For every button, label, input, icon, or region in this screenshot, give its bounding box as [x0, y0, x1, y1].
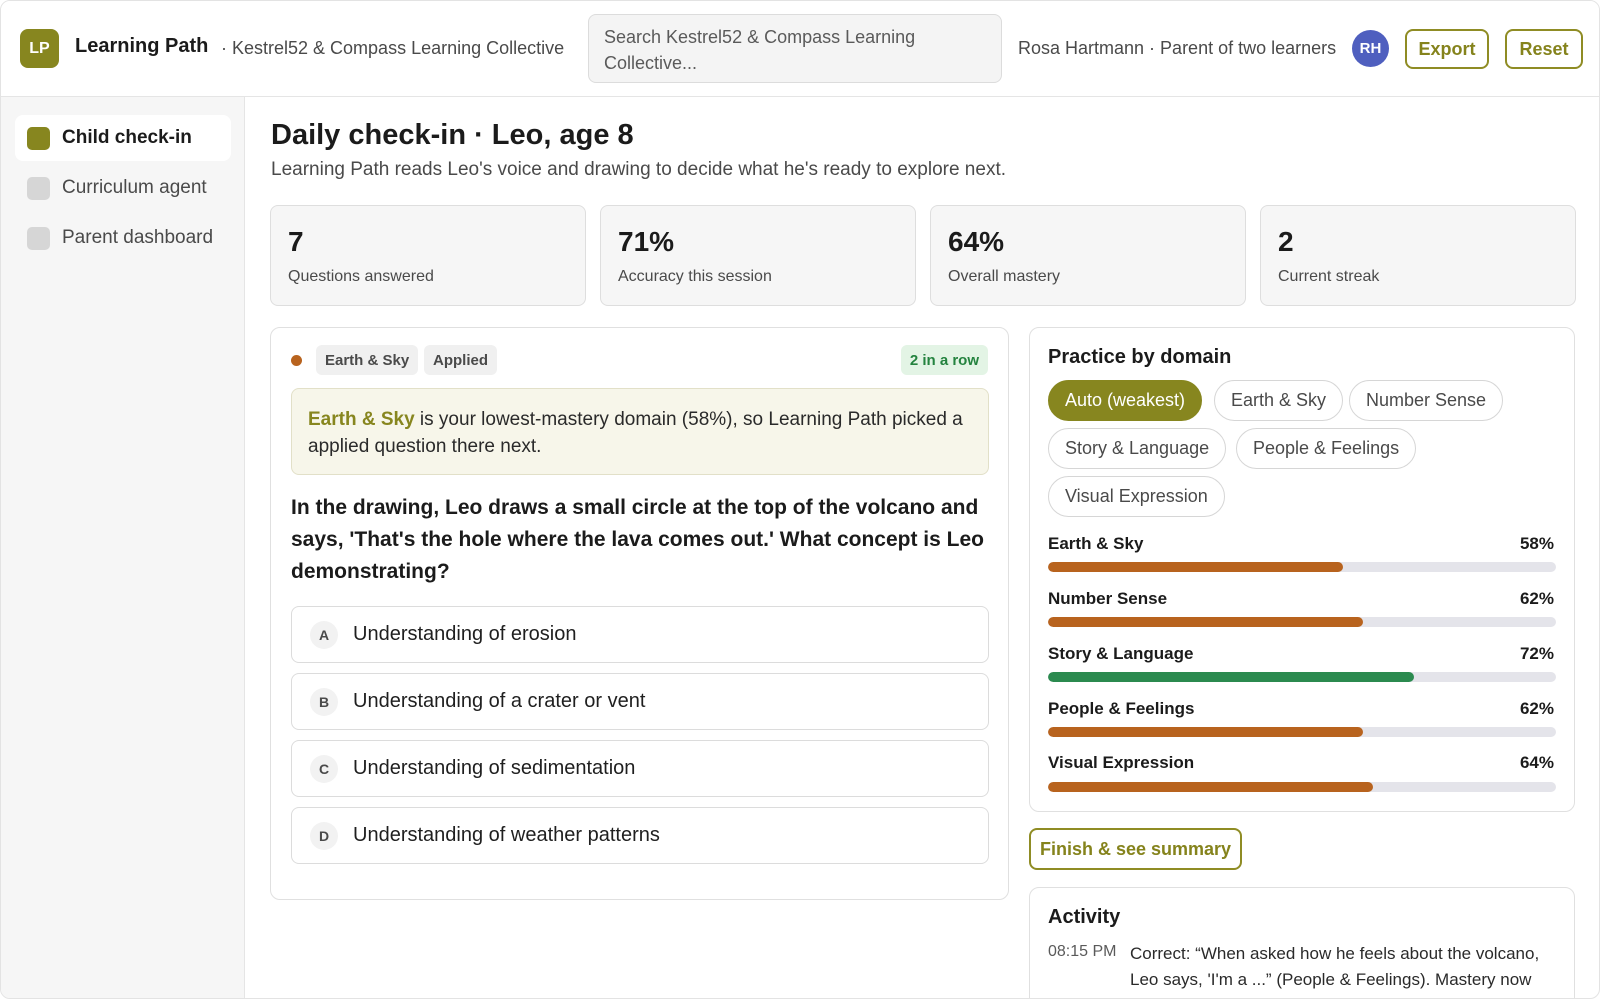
- stat-card-questions: 7 Questions answered: [270, 205, 586, 306]
- bar-label: Story & Language: [1048, 644, 1194, 663]
- bar-percent: 62%: [1519, 699, 1554, 718]
- stat-value: 2: [1278, 226, 1294, 257]
- bar-percent: 58%: [1519, 534, 1554, 553]
- stat-label: Accuracy this session: [618, 268, 772, 285]
- sidebar-item-curriculum-agent[interactable]: Curriculum agent: [15, 165, 231, 211]
- selection-reason: Earth & Sky is your lowest-mastery domai…: [291, 388, 989, 475]
- answer-option-a[interactable]: A Understanding of erosion: [291, 606, 989, 663]
- option-text: Understanding of sedimentation: [353, 757, 636, 779]
- option-letter: A: [310, 620, 338, 649]
- stat-label: Overall mastery: [948, 268, 1061, 285]
- option-text: Understanding of weather patterns: [353, 824, 660, 846]
- answer-option-c[interactable]: C Understanding of sedimentation: [291, 740, 989, 797]
- export-button[interactable]: Export: [1405, 29, 1489, 69]
- bar-percent: 64%: [1519, 753, 1554, 772]
- option-letter: D: [310, 821, 338, 850]
- chip-story-language[interactable]: Story & Language: [1048, 428, 1227, 469]
- finish-summary-button[interactable]: Finish & see summary: [1029, 828, 1242, 870]
- stat-label: Current streak: [1278, 268, 1380, 285]
- sidebar-item-parent-dashboard[interactable]: Parent dashboard: [15, 215, 231, 261]
- bar-label: Number Sense: [1048, 589, 1168, 608]
- mastery-bar-number-sense: [1048, 617, 1556, 627]
- chip-auto-weakest[interactable]: Auto (weakest): [1048, 380, 1203, 421]
- chip-number-sense[interactable]: Number Sense: [1349, 380, 1504, 421]
- activity-text: Correct: “When asked how he feels about …: [1130, 944, 1540, 998]
- bar-percent: 72%: [1519, 644, 1554, 663]
- practice-by-domain-card: Practice by domain Auto (weakest) Earth …: [1029, 327, 1575, 812]
- sidebar-item-child-check-in[interactable]: Child check-in: [15, 115, 231, 161]
- stat-card-mastery: 64% Overall mastery: [930, 205, 1246, 306]
- question-text: In the drawing, Leo draws a small circle…: [291, 496, 984, 583]
- user-info: Rosa Hartmann · Parent of two learners: [1018, 38, 1337, 58]
- bar-label: Visual Expression: [1048, 753, 1195, 772]
- option-letter: C: [310, 754, 338, 783]
- chip-people-feelings[interactable]: People & Feelings: [1236, 428, 1417, 469]
- sidebar-item-label: Child check-in: [62, 127, 192, 148]
- square-icon: [27, 176, 50, 200]
- card-title: Practice by domain: [1048, 346, 1232, 368]
- stat-value: 71%: [618, 226, 675, 257]
- answer-option-b[interactable]: B Understanding of a crater or vent: [291, 673, 989, 730]
- reset-button[interactable]: Reset: [1505, 29, 1583, 69]
- question-card: Earth & Sky Applied 2 in a row Earth & S…: [270, 327, 1009, 900]
- activity-time: 08:15 PM: [1048, 943, 1117, 960]
- stat-card-streak: 2 Current streak: [1260, 205, 1576, 306]
- domain-tag: Earth & Sky: [316, 345, 419, 375]
- activity-card: Activity 08:15 PM Correct: “When asked h…: [1029, 887, 1575, 998]
- sidebar-item-label: Curriculum agent: [62, 177, 207, 198]
- sidebar: Child check-in Curriculum agent Parent d…: [1, 97, 245, 998]
- search-input[interactable]: Search Kestrel52 & Compass Learning Coll…: [588, 14, 1002, 83]
- bar-percent: 62%: [1519, 589, 1554, 608]
- mastery-bar-visual-expression: [1048, 782, 1556, 792]
- logo-icon: LP: [20, 29, 59, 68]
- chip-earth-sky[interactable]: Earth & Sky: [1214, 380, 1344, 421]
- bar-fill: [1048, 672, 1414, 682]
- stat-card-accuracy: 71% Accuracy this session: [600, 205, 916, 306]
- dot-icon: [291, 355, 302, 366]
- mastery-bar-story-language: [1048, 672, 1556, 682]
- app-name: Learning Path: [75, 35, 209, 57]
- question-type-tag: Applied: [424, 345, 497, 375]
- page-subtitle: Learning Path reads Leo's voice and draw…: [271, 159, 1006, 180]
- bar-fill: [1048, 782, 1374, 792]
- bar-label: People & Feelings: [1048, 699, 1195, 718]
- stat-label: Questions answered: [288, 268, 434, 285]
- reason-domain: Earth & Sky: [308, 409, 415, 430]
- sidebar-item-label: Parent dashboard: [62, 227, 214, 248]
- avatar[interactable]: RH: [1352, 30, 1389, 67]
- bar-fill: [1048, 727, 1363, 737]
- square-icon: [27, 126, 50, 150]
- card-title: Activity: [1048, 906, 1121, 928]
- answer-option-d[interactable]: D Understanding of weather patterns: [291, 807, 989, 864]
- option-letter: B: [310, 687, 338, 716]
- stat-value: 64%: [948, 226, 1005, 257]
- streak-badge: 2 in a row: [900, 345, 988, 375]
- top-bar: LP Learning Path · Kestrel52 & Compass L…: [1, 1, 1599, 97]
- org-name: · Kestrel52 & Compass Learning Collectiv…: [221, 38, 565, 58]
- mastery-bar-people-feelings: [1048, 727, 1556, 737]
- bar-fill: [1048, 562, 1343, 572]
- square-icon: [27, 226, 50, 250]
- option-text: Understanding of erosion: [353, 623, 577, 645]
- page-title: Daily check-in · Leo, age 8: [271, 119, 634, 151]
- stat-value: 7: [288, 226, 304, 257]
- bar-fill: [1048, 617, 1363, 627]
- mastery-bar-earth-sky: [1048, 562, 1556, 572]
- bar-label: Earth & Sky: [1048, 534, 1144, 553]
- app-window: LP Learning Path · Kestrel52 & Compass L…: [0, 0, 1600, 999]
- option-text: Understanding of a crater or vent: [353, 690, 646, 712]
- chip-visual-expression[interactable]: Visual Expression: [1048, 476, 1225, 517]
